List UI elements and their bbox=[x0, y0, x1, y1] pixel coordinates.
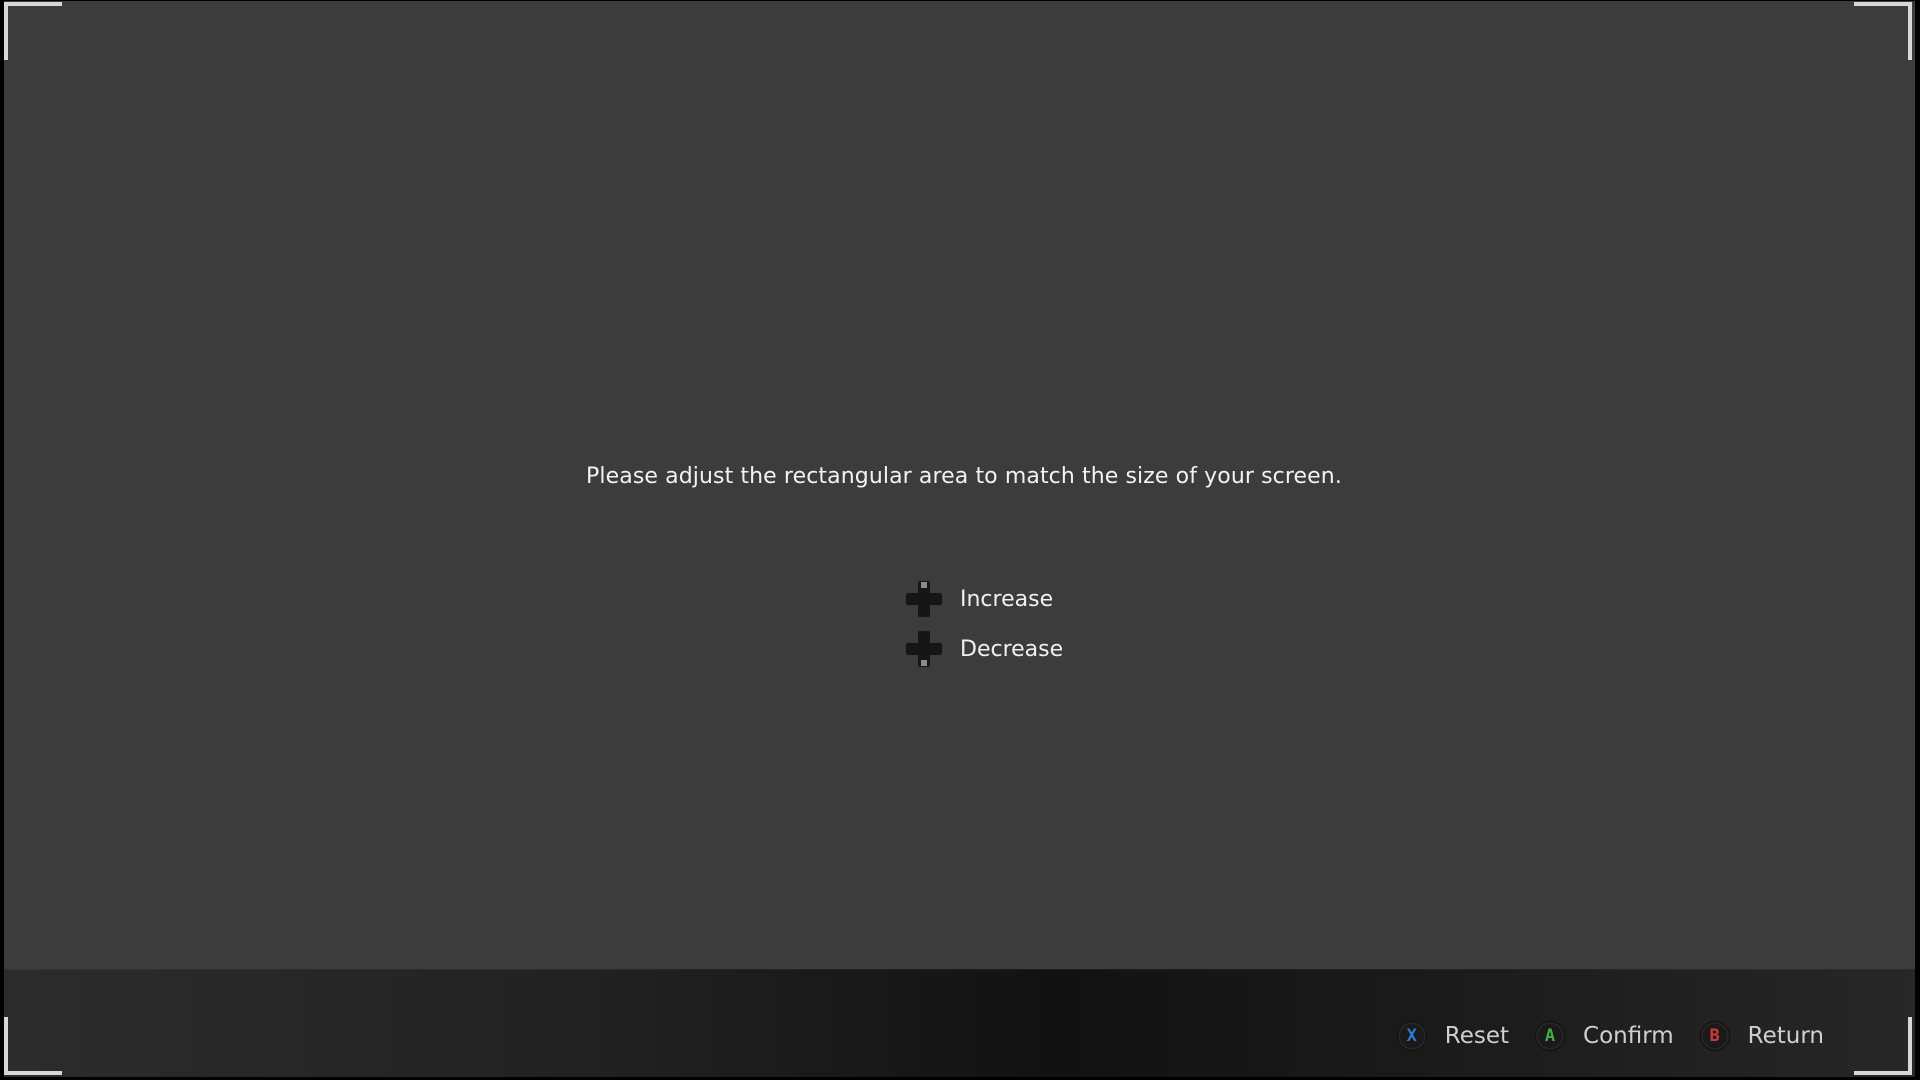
decrease-label: Decrease bbox=[960, 636, 1064, 662]
corner-marker-top-left bbox=[4, 2, 62, 60]
increase-label: Increase bbox=[960, 586, 1054, 612]
screen: Please adjust the rectangular area to ma… bbox=[0, 0, 1920, 1080]
x-button-icon: X bbox=[1396, 1021, 1427, 1051]
return-label: Return bbox=[1747, 1023, 1824, 1049]
confirm-hint[interactable]: A Confirm bbox=[1535, 1021, 1674, 1051]
a-button-icon: A bbox=[1535, 1021, 1566, 1051]
confirm-label: Confirm bbox=[1583, 1023, 1674, 1049]
corner-marker-bottom-right bbox=[1854, 1017, 1912, 1075]
increase-control[interactable]: Increase bbox=[906, 581, 1053, 617]
dpad-down-icon bbox=[906, 631, 942, 667]
button-hints: X Reset A Confirm B Return bbox=[1371, 1020, 1824, 1052]
instruction-text: Please adjust the rectangular area to ma… bbox=[586, 464, 1342, 489]
return-hint[interactable]: B Return bbox=[1699, 1021, 1824, 1051]
reset-hint[interactable]: X Reset bbox=[1396, 1021, 1510, 1051]
decrease-control[interactable]: Decrease bbox=[906, 631, 1063, 667]
corner-marker-bottom-left bbox=[4, 1017, 62, 1075]
b-button-icon: B bbox=[1699, 1021, 1730, 1051]
display-area-adjustment-panel: Please adjust the rectangular area to ma… bbox=[4, 1, 1915, 1077]
corner-marker-top-right bbox=[1854, 2, 1912, 60]
dpad-up-icon bbox=[906, 581, 942, 617]
reset-label: Reset bbox=[1444, 1023, 1510, 1049]
